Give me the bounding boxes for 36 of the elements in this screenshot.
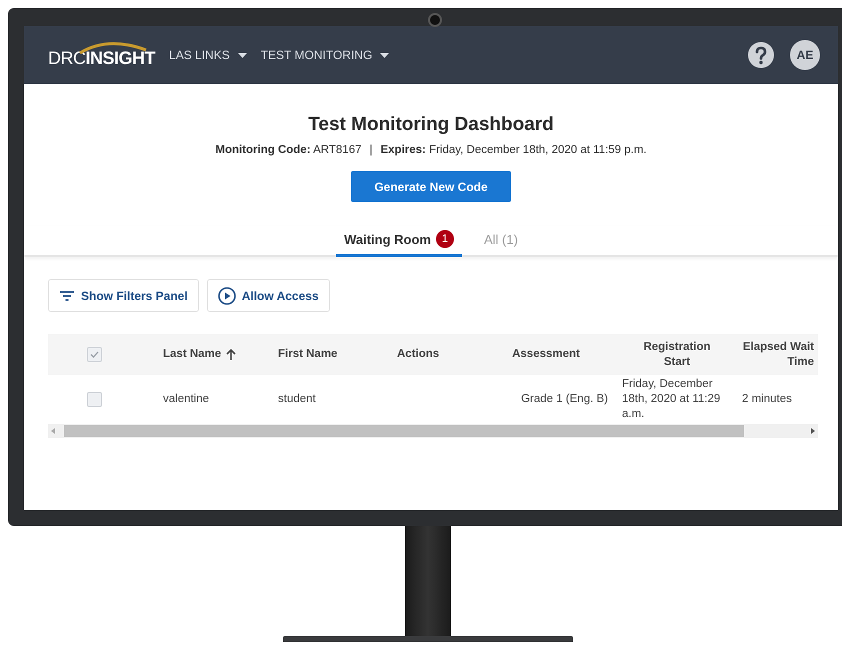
page-title: Test Monitoring Dashboard <box>308 114 554 136</box>
table-cell-text: student <box>277 392 317 407</box>
nav-menu[interactable]: TEST MONITORING <box>260 48 390 62</box>
table-cell-text: Grade 1 (Eng. B) <box>520 392 609 407</box>
play-circle-icon <box>218 286 236 304</box>
tab[interactable]: Waiting Room 1 <box>336 226 462 257</box>
column-header[interactable]: Assessment <box>480 347 612 362</box>
monitoring-code-text: Monitoring Code: ART8167 <box>215 144 362 156</box>
caret-icon <box>238 52 247 58</box>
logo-text: INSIGHT <box>86 48 156 68</box>
generate-code-button[interactable]: Generate New Code <box>351 171 511 202</box>
filter-icon <box>59 290 75 302</box>
camera-icon <box>428 13 442 27</box>
caret-icon <box>380 52 390 58</box>
select-all-checkbox[interactable] <box>86 347 102 362</box>
show-filters-button[interactable]: Show Filters Panel <box>48 279 199 312</box>
table-cell-text: 2 minutes <box>742 392 793 407</box>
column-header[interactable]: Registration Start <box>612 340 742 370</box>
help-icon[interactable] <box>748 42 774 68</box>
check-icon <box>90 351 98 358</box>
sort-up-icon <box>226 349 236 360</box>
column-header[interactable]: Elapsed Wait Time <box>742 340 818 370</box>
column-header[interactable]: Actions <box>375 347 480 362</box>
column-header[interactable]: Last Name <box>140 347 255 362</box>
horizontal-scrollbar[interactable] <box>48 424 818 438</box>
expires-text: Expires: Friday, December 18th, 2020 at 11:59 p.m. <box>380 144 647 156</box>
separator-text: | <box>369 144 372 156</box>
count-badge: 1 <box>436 230 454 248</box>
allow-access-button[interactable]: Allow Access <box>206 279 330 312</box>
logo-text: DRC <box>48 48 86 68</box>
user-avatar[interactable]: AE <box>790 40 820 70</box>
table-cell-text: Friday, December 18th, 2020 at 11:29 a.m. <box>621 377 722 422</box>
row-checkbox[interactable] <box>86 392 102 407</box>
table-cell-text: valentine <box>162 392 210 407</box>
nav-menu[interactable]: LAS LINKS <box>169 48 247 62</box>
column-header[interactable]: First Name <box>255 347 375 362</box>
